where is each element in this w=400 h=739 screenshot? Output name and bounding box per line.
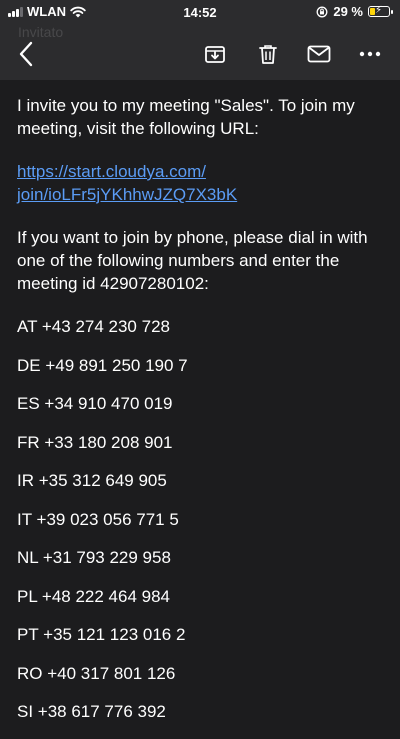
dial-in-number[interactable]: PL +48 222 464 984 [17,585,385,624]
back-button[interactable] [8,32,44,76]
dial-in-number[interactable]: RO +40 317 801 126 [17,662,385,701]
meeting-link-line-2: join/ioLFr5jYKhhwJZQ7X3bK [17,185,238,204]
dial-in-number[interactable]: ES +34 910 470 019 [17,392,385,431]
dial-in-number[interactable]: FR +33 180 208 901 [17,431,385,470]
meeting-link-line-1: https://start.cloudya.com/ [17,162,206,181]
orientation-lock-icon [316,6,328,17]
dial-in-number[interactable]: IT +39 023 056 771 5 [17,508,385,547]
invite-paragraph: I invite you to my meeting "Sales". To j… [17,96,355,138]
charging-bolt-icon: ⚡ [375,5,383,16]
mail-toolbar: Invitato [0,24,400,80]
more-button[interactable] [352,32,388,76]
dial-in-number[interactable]: IR +35 312 649 905 [17,469,385,508]
trash-button[interactable] [250,32,286,76]
dial-in-number[interactable]: NL +31 793 229 958 [17,546,385,585]
mail-icon [307,45,331,63]
mail-button[interactable] [301,32,337,76]
dial-in-list: AT +43 274 230 728 DE +49 891 250 190 7 … [17,315,385,739]
dial-in-number[interactable]: DE +49 891 250 190 7 [17,354,385,393]
trash-icon [259,45,277,64]
archive-icon [205,46,225,63]
status-right: 29 % ⚡ [316,4,393,19]
back-icon [19,41,33,67]
email-content: I invite you to my meeting "Sales". To j… [17,94,385,739]
archive-button[interactable] [197,32,233,76]
more-icon [359,51,381,57]
phone-dial-paragraph: If you want to join by phone, please dia… [17,228,368,293]
email-body: I invite you to my meeting "Sales". To j… [0,80,400,721]
battery-icon: ⚡ [368,5,393,17]
dial-in-number[interactable]: SI +38 617 776 392 [17,700,385,739]
dial-in-number[interactable]: PT +35 121 123 016 2 [17,623,385,662]
battery-percent: 29 % [333,4,363,19]
dial-in-number[interactable]: AT +43 274 230 728 [17,315,385,354]
meeting-link[interactable]: https://start.cloudya.com/ join/ioLFr5jY… [17,160,385,206]
